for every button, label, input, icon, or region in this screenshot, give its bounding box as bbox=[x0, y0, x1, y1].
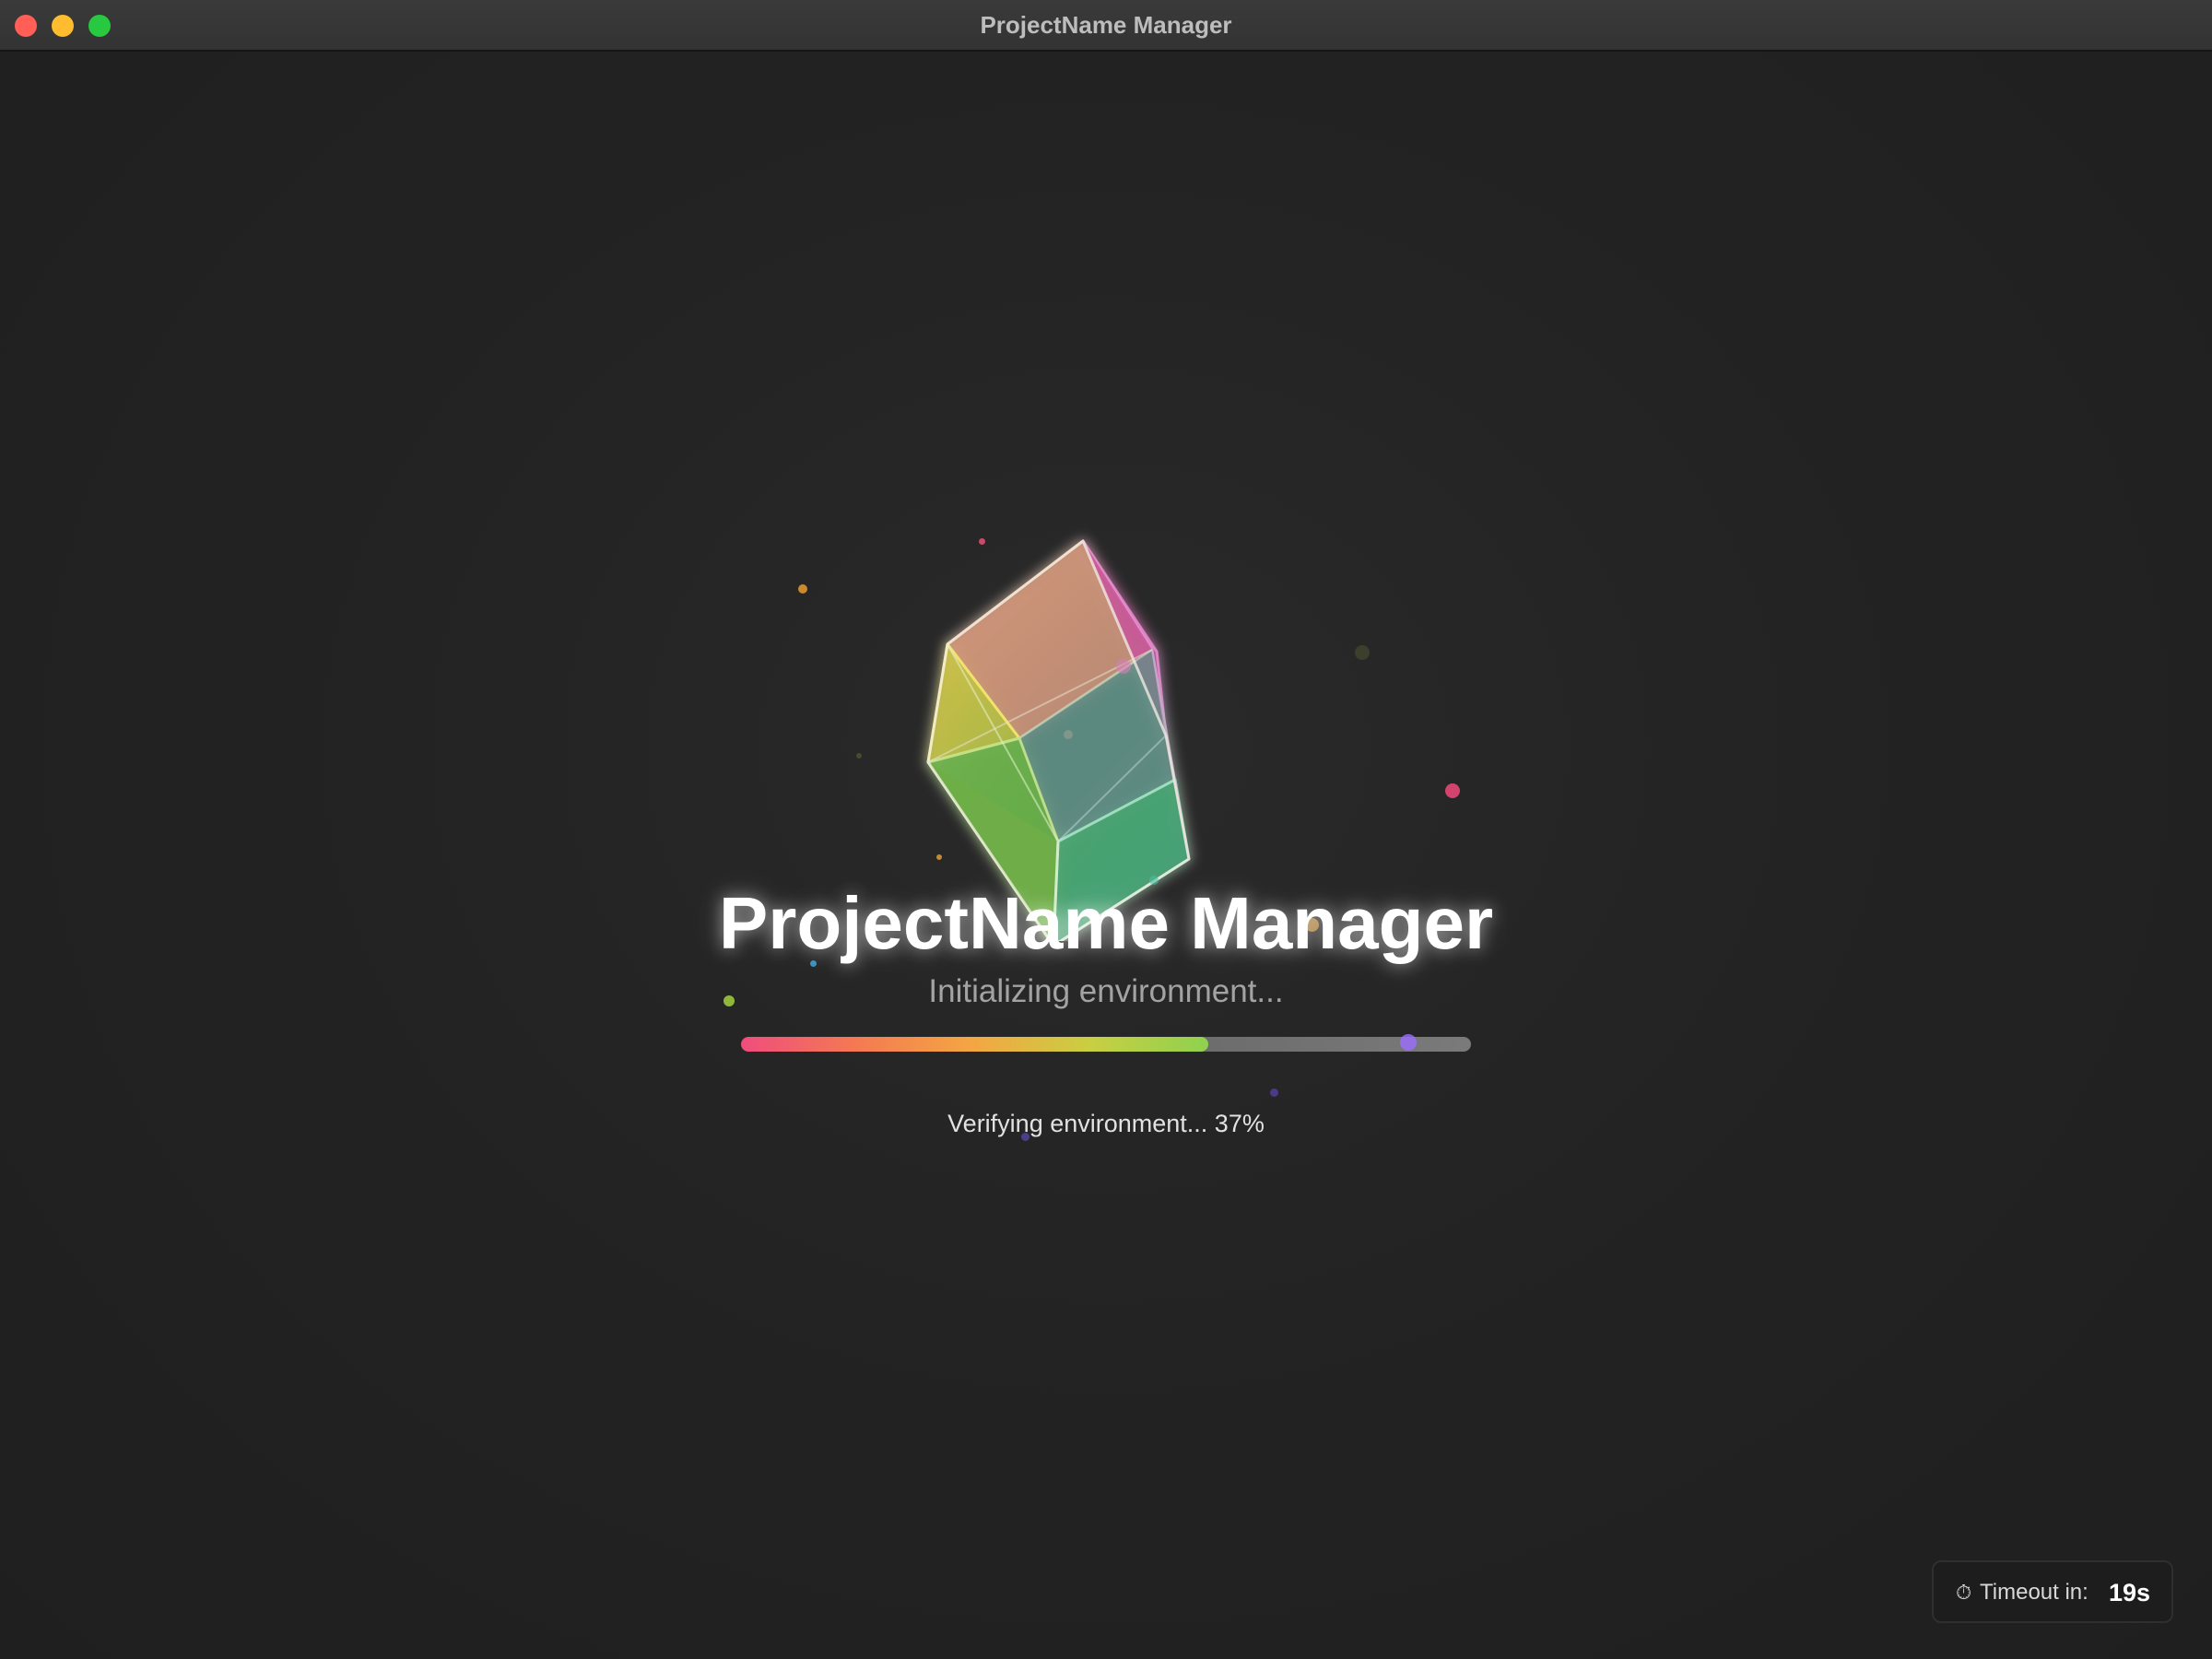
app-window: ProjectName Manager ProjectName Manager … bbox=[0, 0, 2212, 1659]
progress-bar bbox=[741, 1037, 1471, 1052]
particle bbox=[1445, 783, 1460, 798]
status-text: Verifying environment... 37% bbox=[947, 1110, 1265, 1137]
particle bbox=[1270, 1088, 1278, 1097]
timeout-indicator: ⏱ Timeout in: 19s bbox=[1932, 1560, 2173, 1623]
cube-logo bbox=[912, 517, 1300, 947]
particle bbox=[856, 753, 862, 759]
window-title: ProjectName Manager bbox=[980, 11, 1232, 39]
timeout-value: 19s bbox=[2109, 1579, 2151, 1606]
loading-subtitle: Initializing environment... bbox=[928, 973, 1284, 1009]
stopwatch-icon: ⏱ bbox=[1956, 1581, 1972, 1604]
title-bar[interactable]: ProjectName Manager bbox=[0, 0, 2212, 52]
progress-bar-fill bbox=[741, 1037, 1208, 1052]
cube-logo-icon bbox=[926, 539, 1191, 947]
particle bbox=[798, 584, 807, 594]
app-title: ProjectName Manager bbox=[718, 882, 1494, 964]
timeout-label: Timeout in: bbox=[1980, 1580, 2088, 1605]
particle bbox=[1355, 645, 1370, 660]
particle bbox=[1400, 1034, 1417, 1051]
splash-screen: ProjectName Manager Initializing environ… bbox=[0, 52, 2212, 1659]
